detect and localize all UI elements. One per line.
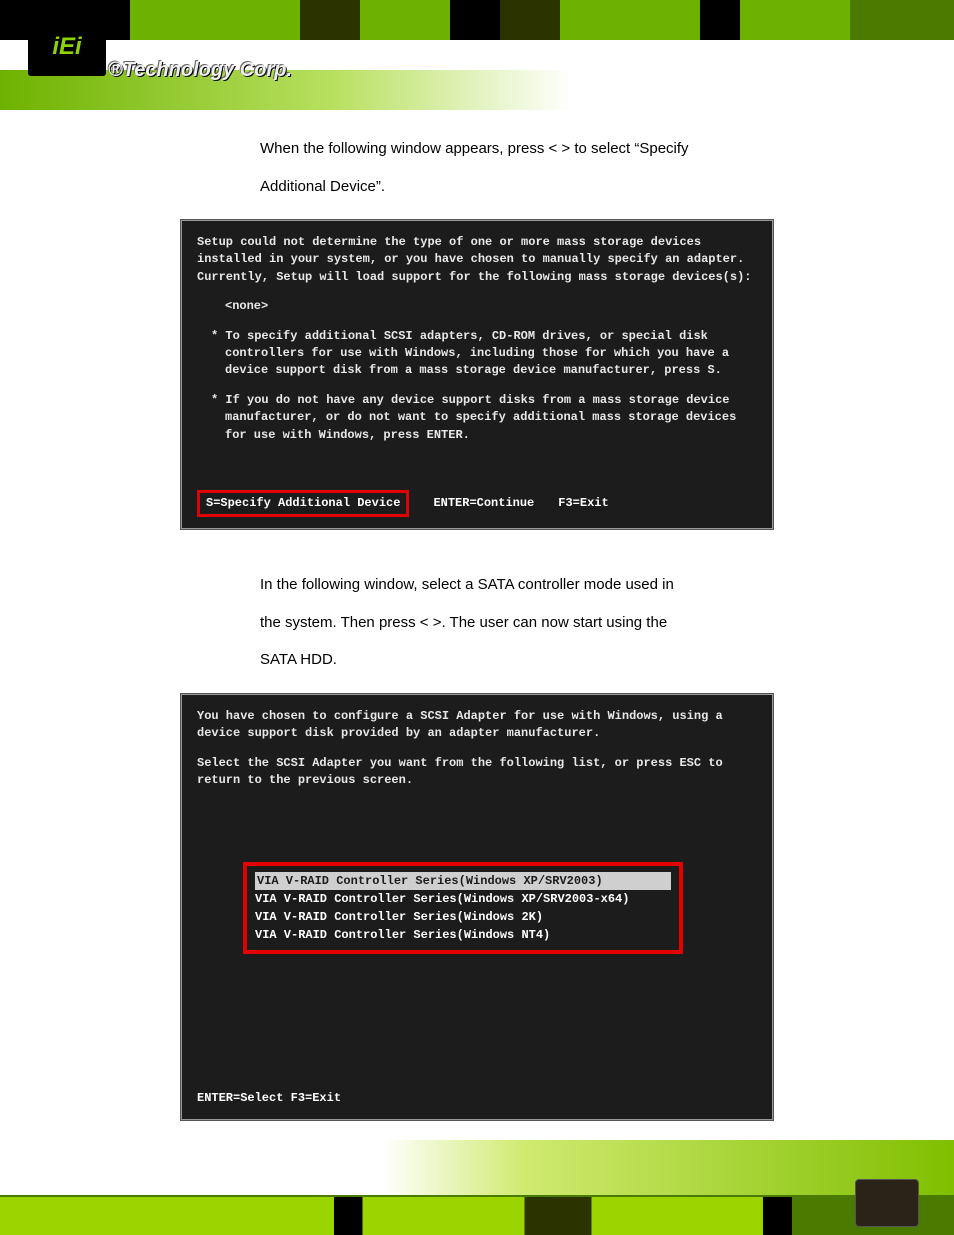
instruction-paragraph-1: When the following window appears, press… (260, 130, 694, 205)
setup-screenshot-2: You have chosen to configure a SCSI Adap… (180, 693, 774, 1121)
scsi-message-2: Select the SCSI Adapter you want from th… (197, 755, 757, 790)
page-footer (0, 1140, 954, 1235)
footer-fade (0, 1140, 954, 1195)
logo: iEi (28, 18, 106, 76)
controller-option[interactable]: VIA V-RAID Controller Series(Windows XP/… (255, 890, 671, 908)
content-area: When the following window appears, press… (60, 120, 894, 1135)
controller-option[interactable]: VIA V-RAID Controller Series(Windows 2K) (255, 908, 671, 926)
status-s-highlight: S=Specify Additional Device (197, 490, 409, 517)
status-bar: S=Specify Additional Device ENTER=Contin… (197, 490, 757, 517)
bullet-noenter: * If you do not have any device support … (197, 392, 757, 444)
footer-stripe (0, 1195, 954, 1235)
controller-option[interactable]: VIA V-RAID Controller Series(Windows NT4… (255, 926, 671, 944)
scsi-message-1: You have chosen to configure a SCSI Adap… (197, 708, 757, 743)
controller-option-selected[interactable]: VIA V-RAID Controller Series(Windows XP/… (255, 872, 671, 890)
brand-slogan: ®Technology Corp. (108, 60, 292, 80)
none-placeholder: <none> (197, 298, 757, 315)
setup-message: Setup could not determine the type of on… (197, 234, 757, 286)
instruction-paragraph-2: In the following window, select a SATA c… (260, 566, 694, 679)
page-header: iEi ®Technology Corp. (0, 0, 954, 110)
status-f3: F3=Exit (558, 495, 608, 512)
setup-screenshot-1: Setup could not determine the type of on… (180, 219, 774, 530)
footer-badge (855, 1179, 919, 1227)
controller-options-box: VIA V-RAID Controller Series(Windows XP/… (243, 862, 683, 954)
status-bar-2: ENTER=Select F3=Exit (197, 1090, 341, 1107)
status-enter: ENTER=Continue (433, 495, 534, 512)
bullet-specify: * To specify additional SCSI adapters, C… (197, 328, 757, 380)
header-stripe (0, 0, 954, 42)
